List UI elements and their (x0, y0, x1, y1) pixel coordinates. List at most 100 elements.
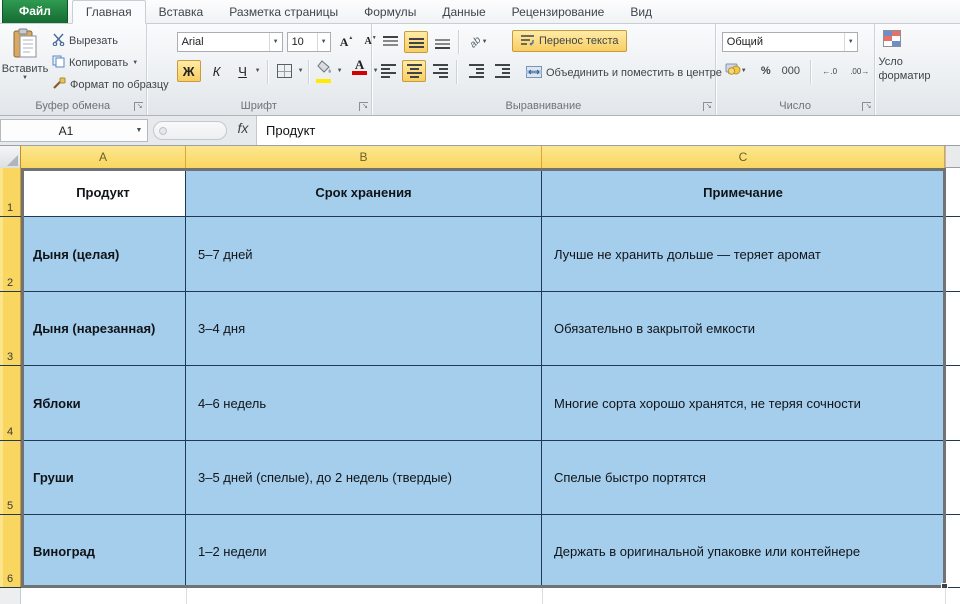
tab-file[interactable]: Файл (2, 0, 68, 23)
fill-color-button[interactable] (315, 60, 333, 83)
cell-storage[interactable]: 1–2 недели (186, 515, 542, 587)
align-middle-button[interactable] (404, 31, 428, 53)
decrease-indent-button[interactable] (464, 60, 488, 82)
cell-note[interactable]: Примечание (542, 168, 945, 216)
name-box[interactable]: A1 ▼ (0, 119, 148, 142)
increase-font-button[interactable]: A▲ (335, 31, 359, 53)
merge-center-label: Объединить и поместить в центре (546, 67, 722, 79)
increase-decimal-button[interactable]: ←.0 (816, 60, 844, 82)
font-size-select[interactable]: 10 ▼ (287, 32, 331, 52)
column-header-A[interactable]: A (21, 146, 186, 168)
row-number[interactable]: 1 (0, 168, 21, 216)
font-family-select[interactable]: Arial ▼ (177, 32, 283, 52)
cell-note[interactable]: Держать в оригинальной упаковке или конт… (542, 515, 945, 587)
font-group-label: Шрифт (147, 100, 371, 112)
align-left-button[interactable] (376, 60, 400, 82)
gridline (542, 588, 543, 604)
cell-storage[interactable]: 3–5 дней (спелые), до 2 недель (твердые) (186, 441, 542, 514)
cell-product[interactable]: Продукт (21, 168, 186, 216)
cell-storage[interactable]: 5–7 дней (186, 217, 542, 291)
name-box-arrow[interactable]: ▼ (131, 127, 147, 134)
borders-icon (277, 64, 292, 78)
underline-button[interactable]: Ч (235, 60, 251, 82)
cut-button[interactable]: Вырезать (52, 32, 118, 50)
increase-indent-icon (495, 64, 510, 78)
cell-product[interactable]: Дыня (целая) (21, 217, 186, 291)
cell-product[interactable]: Виноград (21, 515, 186, 587)
paste-dropdown-arrow[interactable]: ▼ (22, 75, 28, 81)
cell-storage[interactable]: 4–6 недель (186, 366, 542, 440)
decrease-decimal-button[interactable]: .00→ (846, 60, 874, 82)
wrap-text-button[interactable]: Перенос текста (512, 30, 627, 52)
tab-formulas[interactable]: Формулы (351, 1, 429, 23)
borders-arrow[interactable]: ▼ (298, 68, 304, 74)
row-number[interactable]: 2 (0, 217, 21, 291)
percent-style-button[interactable]: % (756, 60, 776, 82)
tab-home[interactable]: Главная (72, 0, 146, 24)
bold-button[interactable]: Ж (177, 60, 201, 82)
number-dialog-launcher[interactable]: ↘ (862, 102, 871, 111)
tab-data[interactable]: Данные (429, 1, 498, 23)
align-bottom-button[interactable] (430, 31, 454, 53)
underline-arrow[interactable]: ▼ (255, 68, 261, 74)
tab-layout[interactable]: Разметка страницы (216, 1, 351, 23)
name-box-value: A1 (1, 124, 131, 138)
formula-input[interactable]: Продукт (256, 116, 960, 145)
italic-button[interactable]: К (207, 60, 227, 82)
cell-note[interactable]: Спелые быстро портятся (542, 441, 945, 514)
row-number[interactable]: 6 (0, 515, 21, 587)
font-dialog-launcher[interactable]: ↘ (359, 102, 368, 111)
copy-button[interactable]: Копировать ▼ (52, 54, 138, 72)
row-number-label: 1 (7, 202, 13, 214)
font-color-button[interactable]: А (351, 60, 369, 75)
copy-label: Копировать (69, 57, 128, 69)
row-number[interactable]: 4 (0, 366, 21, 440)
align-center-button[interactable] (402, 60, 426, 82)
merge-center-button[interactable]: Объединить и поместить в центре ▼ (522, 62, 736, 84)
cell-product[interactable]: Груши (21, 441, 186, 514)
pill-dot-icon (159, 127, 167, 135)
column-header-C[interactable]: C (542, 146, 945, 168)
ribbon: Вставить ▼ Вырезать Копировать ▼ (0, 24, 960, 116)
insert-function-button[interactable]: fx (232, 120, 254, 141)
money-icon (725, 62, 741, 80)
accounting-format-button[interactable]: ▼ (720, 60, 752, 82)
copy-icon (52, 55, 65, 71)
conditional-formatting-button[interactable] (883, 30, 901, 47)
font-size-value: 10 (288, 36, 317, 48)
row-number[interactable]: 5 (0, 441, 21, 514)
tab-view[interactable]: Вид (617, 1, 665, 23)
align-right-button[interactable] (428, 60, 452, 82)
copy-dropdown-arrow[interactable]: ▼ (132, 60, 138, 66)
fill-color-arrow[interactable]: ▼ (337, 68, 343, 74)
borders-button[interactable] (273, 60, 297, 82)
cell-note[interactable]: Лучше не хранить дольше — теряет аромат (542, 217, 945, 291)
tab-insert[interactable]: Вставка (146, 1, 217, 23)
cell-storage[interactable]: 3–4 дня (186, 292, 542, 365)
paste-button[interactable]: Вставить ▼ (3, 28, 47, 92)
align-right-icon (433, 64, 448, 78)
column-header-B[interactable]: B (186, 146, 542, 168)
clipboard-dialog-launcher[interactable]: ↘ (134, 102, 143, 111)
orientation-button[interactable]: ab ▼ (464, 31, 494, 53)
align-top-button[interactable] (378, 31, 402, 53)
alignment-dialog-launcher[interactable]: ↘ (703, 102, 712, 111)
cell-product[interactable]: Дыня (нарезанная) (21, 292, 186, 365)
alignment-group-label: Выравнивание (372, 100, 715, 112)
cell-product[interactable]: Яблоки (21, 366, 186, 440)
increase-indent-button[interactable] (490, 60, 514, 82)
gridline (945, 588, 946, 604)
number-format-select[interactable]: Общий ▼ (722, 32, 858, 52)
formula-text: Продукт (266, 123, 315, 138)
table-row: 1 Продукт Срок хранения Примечание (0, 168, 960, 217)
tab-review[interactable]: Рецензирование (499, 1, 618, 23)
align-center-icon (407, 64, 422, 78)
select-all-corner[interactable] (0, 146, 21, 168)
group-clipboard: Вставить ▼ Вырезать Копировать ▼ (0, 24, 147, 115)
empty-area (0, 588, 960, 604)
cell-note[interactable]: Обязательно в закрытой емкости (542, 292, 945, 365)
comma-style-button[interactable]: 000 (778, 60, 804, 82)
cell-note[interactable]: Многие сорта хорошо хранятся, не теряя с… (542, 366, 945, 440)
cell-storage[interactable]: Срок хранения (186, 168, 542, 216)
row-number[interactable]: 3 (0, 292, 21, 365)
